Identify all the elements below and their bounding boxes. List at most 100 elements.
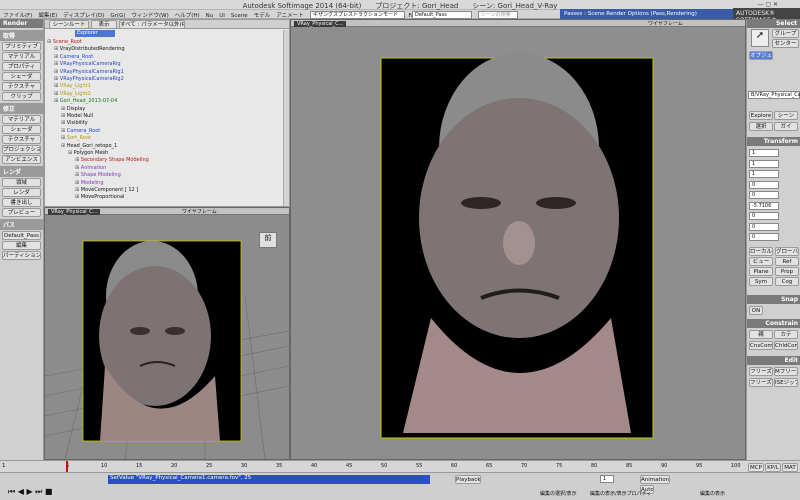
transform-mode-button[interactable]: Ref xyxy=(775,257,799,266)
menu-item[interactable]: ウィンドウ(W) xyxy=(128,10,171,19)
small-viewport-mode[interactable]: ワイヤフレーム xyxy=(182,209,217,215)
left-tool-button[interactable]: プレビュー xyxy=(2,208,41,217)
left-tool-button[interactable]: パーティション xyxy=(2,251,41,260)
menu-item[interactable]: Scene xyxy=(228,12,251,19)
menu-item[interactable]: Nu xyxy=(203,12,217,19)
timeline[interactable]: 1 51015202530354045505560657075808590951… xyxy=(0,460,800,473)
transform-mode-button[interactable]: ビュー xyxy=(749,257,773,266)
transform-field[interactable]: 1 xyxy=(749,149,779,157)
tree-item[interactable]: ⊞ VRayPhysicalCameraRig2 xyxy=(54,76,124,83)
menu-item[interactable]: ディスプレイ(D) xyxy=(60,10,107,19)
snap-toggle[interactable]: ON xyxy=(749,306,763,315)
mfreeze-button[interactable]: Mフリーズ xyxy=(774,367,798,376)
transform-field[interactable]: -5.7106 xyxy=(749,201,779,210)
transform-field[interactable]: 1 xyxy=(749,170,779,178)
tree-item[interactable]: ⊞ VRay_Light2 xyxy=(54,91,91,98)
transform-mode-button[interactable]: ローカル xyxy=(749,247,773,256)
transform-mode-button[interactable]: Cog xyxy=(775,277,799,286)
playback-button[interactable]: Playback xyxy=(455,475,481,484)
left-tool-button[interactable]: アンビエンス xyxy=(2,155,41,164)
left-toolbar-header[interactable]: Render xyxy=(0,19,43,28)
left-tool-button[interactable]: プロジェクション xyxy=(2,145,41,154)
constrain-cate-button[interactable]: カテ xyxy=(774,330,798,339)
tree-item[interactable]: ⊞ VRayPhysicalCameraRig1 xyxy=(54,69,124,76)
transform-field[interactable]: 0 xyxy=(749,222,779,231)
cnscomp-button[interactable]: CnsComp xyxy=(749,341,773,350)
small-viewport-camera[interactable]: VRay_Physical_C... xyxy=(48,209,101,215)
left-tool-button[interactable]: Default_Pass xyxy=(2,231,41,240)
left-tool-button[interactable]: クリップ xyxy=(2,92,41,101)
zip-button[interactable]: ISEジップ xyxy=(774,378,798,387)
freezem-button[interactable]: フリーズM xyxy=(749,378,773,387)
play-controls[interactable]: ⏮ ◀ ▶ ⏭ ■ xyxy=(8,487,52,497)
preset-field[interactable]: ギザングスプレストラクションモード xyxy=(310,11,405,19)
left-tool-button[interactable]: マテリアル xyxy=(2,115,41,124)
transform-field[interactable]: 0 xyxy=(749,180,779,189)
transform-mode-button[interactable]: Plane xyxy=(749,267,773,276)
window-controls[interactable]: — ▢ ✕ xyxy=(757,1,778,8)
left-tool-button[interactable]: レンダ xyxy=(2,188,41,197)
tree-item[interactable]: ⊞ Model Null xyxy=(61,113,93,120)
menu-item[interactable]: ヘルプ(H) xyxy=(172,10,203,19)
menu-item[interactable]: 編集(E) xyxy=(35,10,60,19)
left-tool-button[interactable]: テクスチャ xyxy=(2,135,41,144)
explorer-selected[interactable]: Explorer xyxy=(75,30,115,37)
main-viewport-camera[interactable]: VRay_Physical_C... xyxy=(294,21,347,27)
tree-item[interactable]: ⊞ Head_Gori_retopo_1 xyxy=(61,143,117,150)
transform-mode-button[interactable]: グローバル xyxy=(775,247,799,256)
left-tool-button[interactable]: シェーダ xyxy=(2,72,41,81)
scene-button[interactable]: シーン xyxy=(774,111,798,120)
menu-item[interactable]: Gr(G) xyxy=(107,12,128,19)
chldcomp-button[interactable]: ChldComp xyxy=(774,341,798,350)
scene-search-input[interactable]: シーンの検索 xyxy=(478,11,518,19)
transform-field[interactable]: 0 xyxy=(749,212,779,220)
left-tool-button[interactable]: テクスチャ xyxy=(2,82,41,91)
menu-item[interactable]: ファイル(F) xyxy=(0,10,35,19)
select-arrow-icon[interactable]: ➚ xyxy=(751,29,769,47)
mat-tab[interactable]: MAT xyxy=(782,463,798,472)
explorer-tab-filter[interactable]: すべて : パラメータ以外(P) xyxy=(119,20,185,29)
selection-button[interactable]: 選択 xyxy=(749,122,773,131)
mcp-tab[interactable]: MCP xyxy=(748,463,764,472)
left-tool-button[interactable]: 領域 xyxy=(2,178,41,187)
left-tool-button[interactable]: マテリアル xyxy=(2,52,41,61)
transform-field[interactable]: 0 xyxy=(749,191,779,199)
tree-item[interactable]: ⊞ MoveComponent [ 12 ] xyxy=(75,187,138,194)
menu-item[interactable]: モデル xyxy=(251,10,274,19)
explorer-tab-root[interactable]: シーンルート xyxy=(49,20,89,29)
transform-mode-button[interactable]: Sym xyxy=(749,277,773,286)
pass-field[interactable]: Default_Pass xyxy=(412,11,472,19)
explore-button[interactable]: Explore xyxy=(749,111,773,120)
left-tool-button[interactable]: 書き出し xyxy=(2,198,41,207)
tree-item[interactable]: ⊞ Scene_Root xyxy=(47,39,82,46)
animation-button[interactable]: Animation xyxy=(640,475,670,484)
transform-mode-button[interactable]: Prop xyxy=(775,267,799,276)
tree-item[interactable]: ⊞ Shape Modeling xyxy=(75,172,121,179)
tree-item[interactable]: ⊞ Secondary Shape Modeling xyxy=(75,157,149,164)
select-object-button[interactable]: オブジェクト xyxy=(749,51,773,60)
frame-field[interactable]: 1 xyxy=(600,475,614,483)
tree-item[interactable]: ⊞ Visibility xyxy=(61,120,88,127)
tree-item[interactable]: ⊞ Camera_Root xyxy=(61,128,100,135)
tree-item[interactable]: ⊞ VRay_Light1 xyxy=(54,83,91,90)
tree-item[interactable]: ⊞ Sort_Root xyxy=(61,135,91,142)
select-center-button[interactable]: センター xyxy=(772,39,799,48)
tree-item[interactable]: ⊞ Camera_Root xyxy=(54,54,93,61)
view-cube[interactable]: 前 xyxy=(259,232,277,248)
kpl-tab[interactable]: KP/L xyxy=(765,463,781,472)
tree-item[interactable]: ⊞ VrayDistributedRendering xyxy=(54,46,125,53)
constrain-parent-button[interactable]: 親 xyxy=(749,330,773,339)
tree-item[interactable]: ⊞ MoveProportional xyxy=(75,194,124,201)
guide-button[interactable]: ガイ xyxy=(774,122,798,131)
tree-item[interactable]: ⊞ Polygon Mesh xyxy=(68,150,108,157)
main-viewport-mode[interactable]: ワイヤフレーム xyxy=(648,21,683,27)
left-tool-button[interactable]: 編集 xyxy=(2,241,41,250)
select-group-button[interactable]: グループ xyxy=(772,29,799,38)
transform-field[interactable]: 0 xyxy=(749,233,779,241)
tree-item[interactable]: ⊞ Animation xyxy=(75,165,106,172)
explorer-tab-view[interactable]: 表示 xyxy=(91,20,117,29)
left-tool-button[interactable]: シェーダ xyxy=(2,125,41,134)
transform-field[interactable]: 1 xyxy=(749,159,779,168)
small-viewport[interactable]: VRay_Physical_C... ワイヤフレーム 前 xyxy=(44,207,290,460)
tree-item[interactable]: ⊞ VRayPhysicalCameraRig xyxy=(54,61,121,68)
